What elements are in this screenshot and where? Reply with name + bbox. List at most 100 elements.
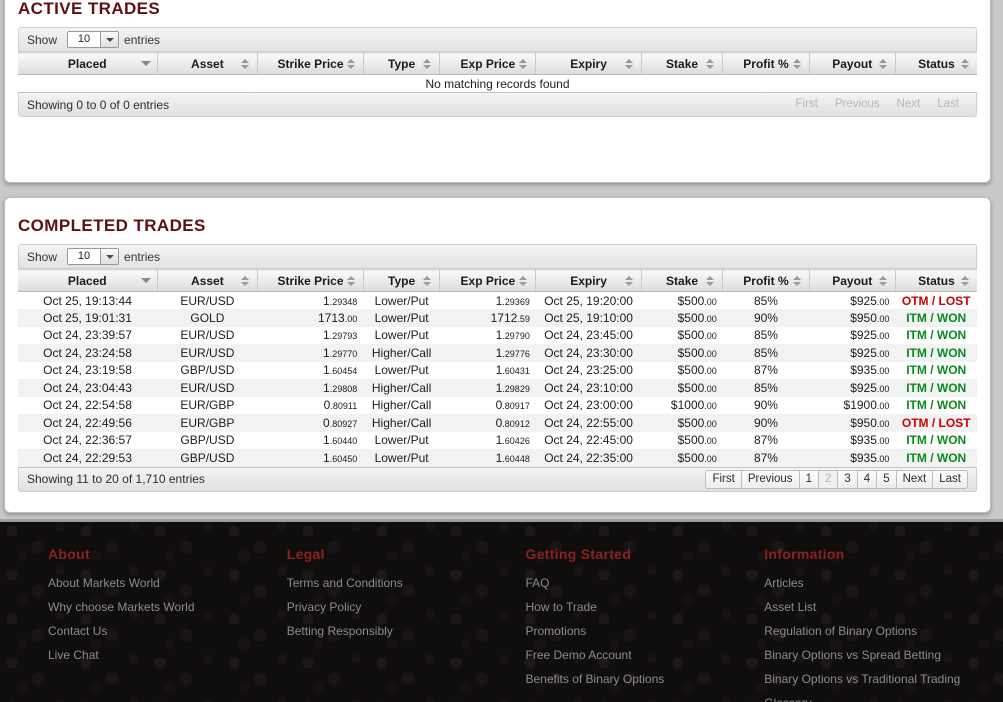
completed-col-strike-price[interactable]: Strike Price [257, 269, 364, 292]
sort-icon [241, 275, 250, 287]
footer-link[interactable]: Privacy Policy [287, 600, 526, 614]
page-last[interactable]: Last [932, 469, 968, 489]
active-length-select[interactable]: 10 [67, 31, 120, 48]
footer-link[interactable]: About Markets World [48, 576, 287, 590]
active-page-next: Next [896, 98, 921, 110]
cell-profit: 90% [722, 309, 810, 327]
cell-placed: Oct 24, 23:39:57 [18, 326, 158, 344]
completed-col-stake[interactable]: Stake [641, 269, 724, 292]
active-info: Showing 0 to 0 of 0 entries [27, 97, 170, 112]
completed-trades-title: COMPLETED TRADES [18, 216, 206, 235]
footer-link[interactable]: Asset List [764, 600, 1003, 614]
active-col-payout[interactable]: Payout [809, 52, 896, 75]
cell-status: ITM / WON [895, 396, 977, 414]
page-first[interactable]: First [705, 469, 742, 489]
empty-message: No matching records found [18, 74, 977, 92]
page-4[interactable]: 4 [856, 469, 878, 489]
cell-type: Higher/Call [363, 379, 440, 397]
active-col-stake[interactable]: Stake [641, 52, 724, 75]
table-row[interactable]: Oct 24, 23:24:58 EUR/USD 1.29770 Higher/Cal… [18, 344, 977, 362]
page-3[interactable]: 3 [837, 469, 858, 489]
cell-asset: EUR/USD [157, 379, 258, 397]
page-previous[interactable]: Previous [740, 469, 800, 489]
cell-stake: $500.00 [641, 431, 723, 449]
footer-link[interactable]: Free Demo Account [526, 648, 765, 662]
footer-column-legal: Legal Terms and Conditions Privacy Policy B… [287, 546, 526, 702]
cell-placed: Oct 24, 23:04:43 [18, 379, 158, 397]
completed-col-payout[interactable]: Payout [809, 269, 896, 292]
footer-link[interactable]: Why choose Markets World [48, 600, 287, 614]
footer-link[interactable]: How to Trade [526, 600, 765, 614]
cell-placed: Oct 24, 22:54:58 [18, 396, 158, 414]
table-row[interactable]: Oct 25, 19:01:31 GOLD 1713.00 Lower/Put 1712… [18, 309, 977, 327]
sort-icon [423, 275, 432, 287]
page-1[interactable]: 1 [798, 469, 819, 489]
table-row[interactable]: Oct 24, 23:39:57 EUR/USD 1.29793 Lower/Put 1… [18, 326, 977, 344]
cell-stake: $500.00 [641, 326, 723, 344]
sort-desc-icon [140, 275, 151, 287]
page-5[interactable]: 5 [876, 469, 897, 489]
table-row[interactable]: Oct 24, 22:49:56 EUR/GBP 0.80927 Higher/Cal… [18, 414, 977, 432]
cell-type: Higher/Call [363, 344, 440, 362]
completed-col-exp-price[interactable]: Exp Price [439, 269, 537, 292]
sort-desc-icon [140, 58, 151, 70]
page-2: 2 [817, 469, 839, 489]
sort-icon [878, 58, 888, 70]
footer-link[interactable]: Glossary [764, 696, 1003, 702]
cell-placed: Oct 24, 23:24:58 [18, 344, 158, 362]
footer-link[interactable]: Benefits of Binary Options [526, 672, 765, 686]
footer-heading: Information [764, 546, 845, 562]
footer-link[interactable]: Articles [764, 576, 1003, 590]
completed-col-status[interactable]: Status [895, 269, 977, 292]
table-row[interactable]: Oct 24, 22:36:57 GBP/USD 1.60440 Lower/Put 1… [18, 431, 977, 449]
table-row[interactable]: Oct 24, 22:29:53 GBP/USD 1.60450 Lower/Put 1… [18, 449, 977, 467]
sort-icon [519, 275, 528, 287]
footer-link[interactable]: Binary Options vs Spread Betting [764, 648, 1003, 662]
completed-length-select[interactable]: 10 [67, 248, 120, 265]
footer-link[interactable]: Regulation of Binary Options [764, 624, 1003, 638]
sort-icon [792, 275, 802, 287]
chevron-down-icon [100, 249, 119, 264]
footer-link[interactable]: Contact Us [48, 624, 287, 638]
cell-type: Lower/Put [363, 431, 440, 449]
cell-strike-price: 0.80911 [257, 396, 364, 414]
active-col-expiry[interactable]: Expiry [535, 52, 642, 75]
table-row[interactable]: Oct 24, 23:04:43 EUR/USD 1.29808 Higher/Cal… [18, 379, 977, 397]
cell-status: ITM / WON [895, 344, 977, 362]
active-col-placed[interactable]: Placed [18, 52, 158, 75]
completed-col-type[interactable]: Type [363, 269, 441, 292]
footer-link[interactable]: Live Chat [48, 648, 287, 662]
sort-icon [241, 58, 250, 70]
footer-link[interactable]: Promotions [526, 624, 765, 638]
footer-link[interactable]: Binary Options vs Traditional Trading [764, 672, 1003, 686]
cell-stake: $500.00 [641, 379, 723, 397]
cell-payout: $935.00 [809, 431, 896, 449]
active-col-strike-price[interactable]: Strike Price [257, 52, 364, 75]
completed-col-placed[interactable]: Placed [18, 269, 158, 292]
table-row[interactable]: Oct 24, 23:19:58 GBP/USD 1.60454 Lower/Put 1… [18, 361, 977, 379]
active-col-type[interactable]: Type [363, 52, 441, 75]
table-row[interactable]: Oct 24, 22:54:58 EUR/GBP 0.80911 Higher/Cal… [18, 396, 977, 414]
cell-stake: $500.00 [641, 449, 723, 467]
completed-col-asset[interactable]: Asset [157, 269, 259, 292]
page-next[interactable]: Next [895, 469, 934, 489]
active-col-asset[interactable]: Asset [157, 52, 259, 75]
cell-stake: $500.00 [641, 291, 723, 309]
cell-type: Lower/Put [363, 326, 440, 344]
footer-link[interactable]: Terms and Conditions [287, 576, 526, 590]
table-row[interactable]: Oct 25, 19:13:44 EUR/USD 1.29348 Lower/Put 1… [18, 291, 977, 309]
cell-payout: $1900.00 [809, 396, 896, 414]
active-col-profit[interactable]: Profit % [722, 52, 810, 75]
active-col-status[interactable]: Status [895, 52, 977, 75]
footer-link[interactable]: Betting Responsibly [287, 624, 526, 638]
completed-col-profit[interactable]: Profit % [722, 269, 810, 292]
active-col-exp-price[interactable]: Exp Price [439, 52, 537, 75]
cell-stake: $500.00 [641, 361, 723, 379]
cell-payout: $925.00 [809, 344, 896, 362]
active-length-bar: Show 10 entries [18, 27, 977, 52]
active-entries-label: entries [124, 32, 161, 47]
completed-col-expiry[interactable]: Expiry [535, 269, 642, 292]
active-page-last: Last [937, 98, 959, 110]
sort-icon [346, 275, 356, 287]
footer-link[interactable]: FAQ [526, 576, 765, 590]
